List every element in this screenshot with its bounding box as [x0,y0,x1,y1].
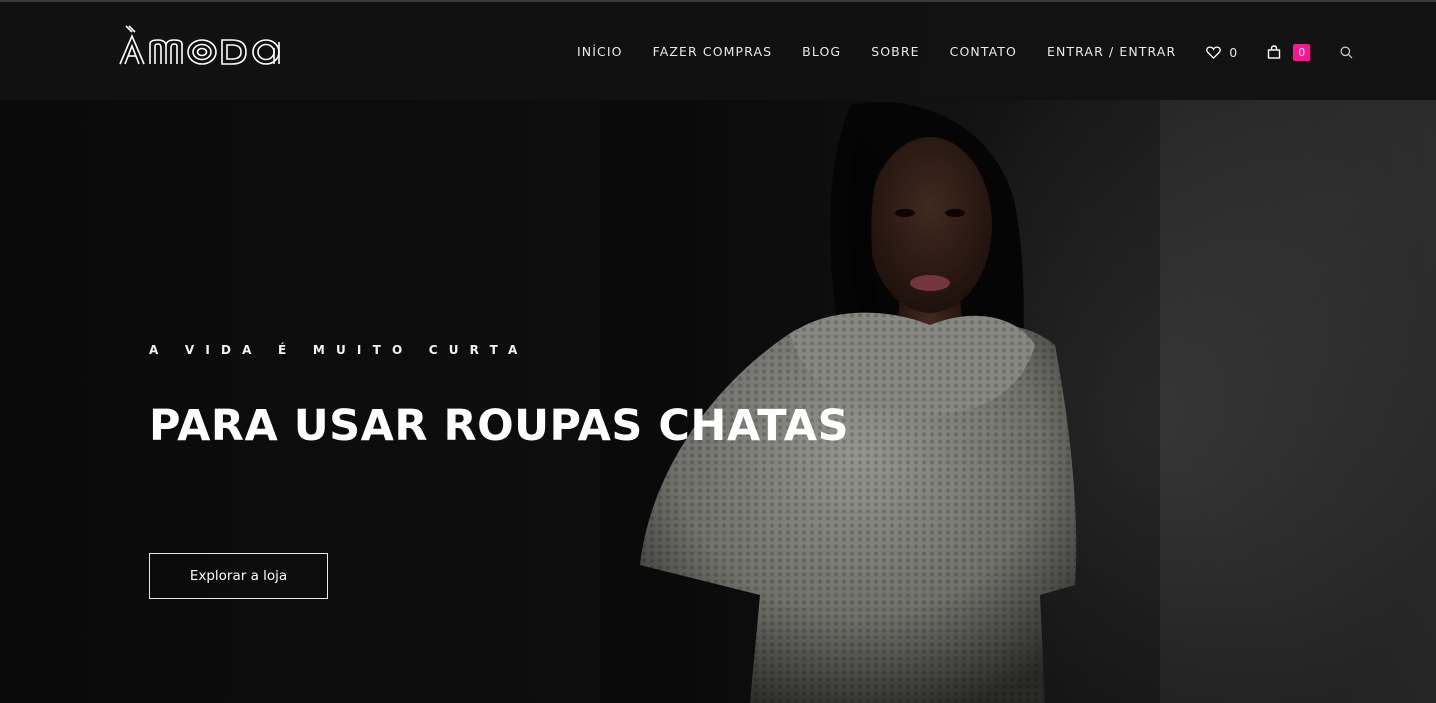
brand-logo[interactable] [118,24,286,70]
main-nav: INÍCIO FAZER COMPRAS BLOG SOBRE CONTATO … [562,2,1368,102]
cart-link[interactable]: 0 [1252,2,1325,102]
nav-item-contato[interactable]: CONTATO [935,2,1032,102]
hero-eyebrow: A VIDA É MUITO CURTA [149,343,529,357]
wishlist-link[interactable]: 0 [1191,2,1252,102]
nav-item-inicio[interactable]: INÍCIO [562,2,638,102]
page: INÍCIO FAZER COMPRAS BLOG SOBRE CONTATO … [0,0,1436,703]
nav-item-entrar[interactable]: ENTRAR / ENTRAR [1032,2,1191,102]
wishlist-count: 0 [1229,44,1238,60]
search-icon [1340,46,1353,58]
nav-item-fazer-compras[interactable]: FAZER COMPRAS [638,2,788,102]
nav-item-blog[interactable]: BLOG [787,2,856,102]
cart-count-badge: 0 [1293,43,1311,61]
heart-icon [1206,45,1222,59]
explore-shop-button[interactable]: Explorar a loja [149,553,328,599]
search-button[interactable] [1325,2,1368,102]
site-header: INÍCIO FAZER COMPRAS BLOG SOBRE CONTATO … [0,0,1436,100]
nav-item-sobre[interactable]: SOBRE [856,2,934,102]
hero-headline: PARA USAR ROUPAS CHATAS [149,401,850,451]
shopping-bag-icon [1267,45,1281,59]
